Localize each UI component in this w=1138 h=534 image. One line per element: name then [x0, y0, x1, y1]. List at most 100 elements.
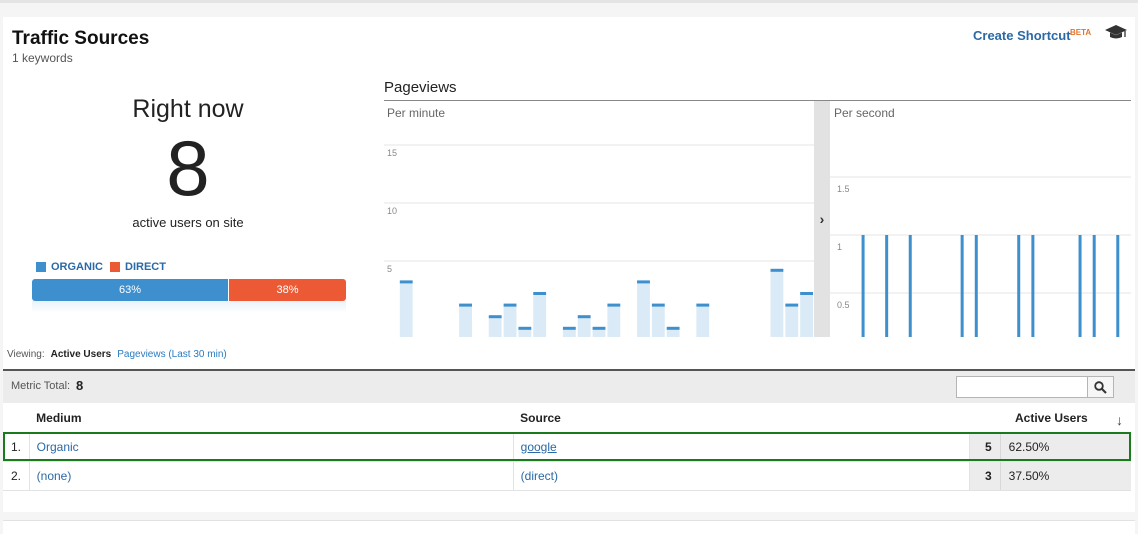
pageviews-charts: 15105-26 min-21 min-16 min-11 min-6 min-…	[384, 101, 1131, 337]
pageview-bar-fill	[533, 293, 547, 337]
sort-arrow-icon[interactable]: ↓	[1116, 412, 1123, 428]
graduation-cap-icon[interactable]	[1104, 24, 1128, 42]
viewing-label: Viewing:	[7, 349, 45, 360]
row-index: 1.	[3, 432, 30, 462]
pageview-spike	[1092, 235, 1096, 337]
pageview-bar-fill	[503, 304, 517, 337]
pageview-bar-fill	[785, 304, 799, 337]
direct-segment: 38%	[229, 279, 346, 301]
y-tick-label: 0.5	[837, 300, 850, 310]
pageview-bar-fill	[399, 281, 413, 337]
pageview-bar-fill	[488, 316, 502, 337]
y-tick-label: 15	[387, 148, 397, 158]
top-border	[0, 0, 1138, 3]
medium-split-bar: 63% 38%	[32, 279, 346, 301]
chart-divider-arrow[interactable]: ›	[814, 101, 830, 337]
y-tick-label: 1	[837, 242, 842, 252]
pageview-bar	[592, 326, 606, 330]
medium-link[interactable]: (none)	[37, 469, 72, 483]
pageview-bar-fill	[577, 316, 591, 337]
bottom-strip	[3, 520, 1135, 534]
pageview-bar	[800, 292, 813, 295]
pageview-bar	[770, 268, 784, 272]
pageviews-tab[interactable]: Pageviews (Last 30 min)	[117, 349, 227, 360]
legend-direct-label: DIRECT	[125, 261, 166, 273]
right-now-label: Right now	[132, 95, 244, 123]
pageview-bar	[488, 315, 502, 319]
medium-header[interactable]: Medium	[29, 404, 514, 433]
search-icon	[1094, 380, 1107, 394]
active-users-header[interactable]: Active Users	[969, 404, 1131, 433]
pageview-spike	[861, 235, 865, 337]
legend-organic: ORGANIC	[36, 261, 103, 273]
pageview-bar	[533, 292, 547, 295]
metric-total-label: Metric Total:	[11, 380, 71, 392]
beta-badge: BETA	[1070, 28, 1092, 37]
pageview-bar-fill	[607, 304, 621, 337]
pageview-bar-fill	[696, 304, 710, 337]
traffic-sources-card: Traffic Sources 1 keywords Create Shortc…	[3, 17, 1135, 512]
table-row: 1. Organic google 5 62.50%	[3, 432, 1131, 462]
pageview-spike	[960, 235, 964, 337]
medium-link[interactable]: Organic	[37, 440, 79, 454]
pageview-spike	[974, 235, 978, 337]
pageview-bar	[503, 303, 517, 307]
organic-swatch	[36, 262, 46, 272]
pageview-bar	[637, 280, 650, 284]
organic-segment: 63%	[32, 279, 228, 301]
y-tick-label: 10	[387, 206, 397, 216]
source-link[interactable]: google	[521, 440, 557, 454]
active-users-count-cell: 3	[969, 461, 1001, 491]
table-header-row: Medium Source Active Users	[3, 404, 1131, 433]
row-index: 2.	[3, 461, 30, 491]
pageview-spike	[1116, 235, 1120, 337]
metric-total-value: 8	[76, 378, 84, 393]
per-second-label: Per second	[834, 106, 895, 120]
pageview-bar	[518, 326, 532, 330]
pageview-bar	[696, 303, 710, 307]
active-users-percent-cell: 62.50%	[1000, 432, 1131, 462]
pageview-spike	[908, 235, 912, 337]
per-minute-label: Per minute	[387, 106, 446, 120]
direct-swatch	[110, 262, 120, 272]
viewing-toggle: Viewing: Active Users Pageviews (Last 30…	[7, 349, 227, 374]
active-users-label: active users on site	[132, 215, 244, 230]
pageview-bar	[577, 315, 591, 319]
active-users-percent-cell: 37.50%	[1000, 461, 1131, 491]
pageview-bar	[785, 303, 799, 307]
legend-direct: DIRECT	[110, 261, 166, 273]
pageview-spike	[1017, 235, 1021, 337]
y-tick-label: 1.5	[837, 184, 850, 194]
page-title: Traffic Sources	[12, 28, 150, 49]
table-row: 2. (none) (direct) 3 37.50%	[3, 461, 1131, 491]
search-button[interactable]	[1087, 376, 1114, 398]
pageview-bar-fill	[459, 304, 472, 337]
pageview-spike	[1031, 235, 1035, 337]
source-header[interactable]: Source	[513, 404, 970, 433]
page-subtitle: 1 keywords	[12, 51, 73, 65]
active-users-tab[interactable]: Active Users	[51, 349, 111, 374]
pageview-spike	[885, 235, 889, 337]
source-link[interactable]: (direct)	[521, 469, 558, 483]
y-tick-label: 5	[387, 264, 392, 274]
per-minute-chart: 15105-26 min-21 min-16 min-11 min-6 min-…	[384, 144, 814, 337]
pageview-spike	[1078, 235, 1082, 337]
pageview-bar	[666, 326, 680, 330]
pageview-bar-fill	[800, 293, 813, 337]
pageview-bar-fill	[637, 281, 650, 337]
pageview-bar-fill	[651, 304, 665, 337]
metric-total-bar: Metric Total: 8	[3, 369, 1135, 403]
per-second-chart: 1.510.5-60 sec-45 sec-30 sec-15 sec	[830, 176, 1131, 337]
pageview-bar	[399, 280, 413, 284]
split-bar-reflection	[32, 301, 346, 313]
pageview-bar	[459, 303, 472, 307]
active-users-count: 8	[166, 124, 210, 212]
pageview-bar	[607, 303, 621, 307]
pageview-bar	[651, 303, 665, 307]
table-search-input[interactable]	[956, 376, 1088, 398]
pageview-bar-fill	[770, 269, 784, 337]
traffic-sources-table: Medium Source Active Users 1. Organic go…	[3, 404, 1131, 491]
legend-organic-label: ORGANIC	[51, 261, 103, 273]
pageview-bar	[562, 326, 576, 330]
create-shortcut-link[interactable]: Create Shortcut	[973, 28, 1071, 43]
